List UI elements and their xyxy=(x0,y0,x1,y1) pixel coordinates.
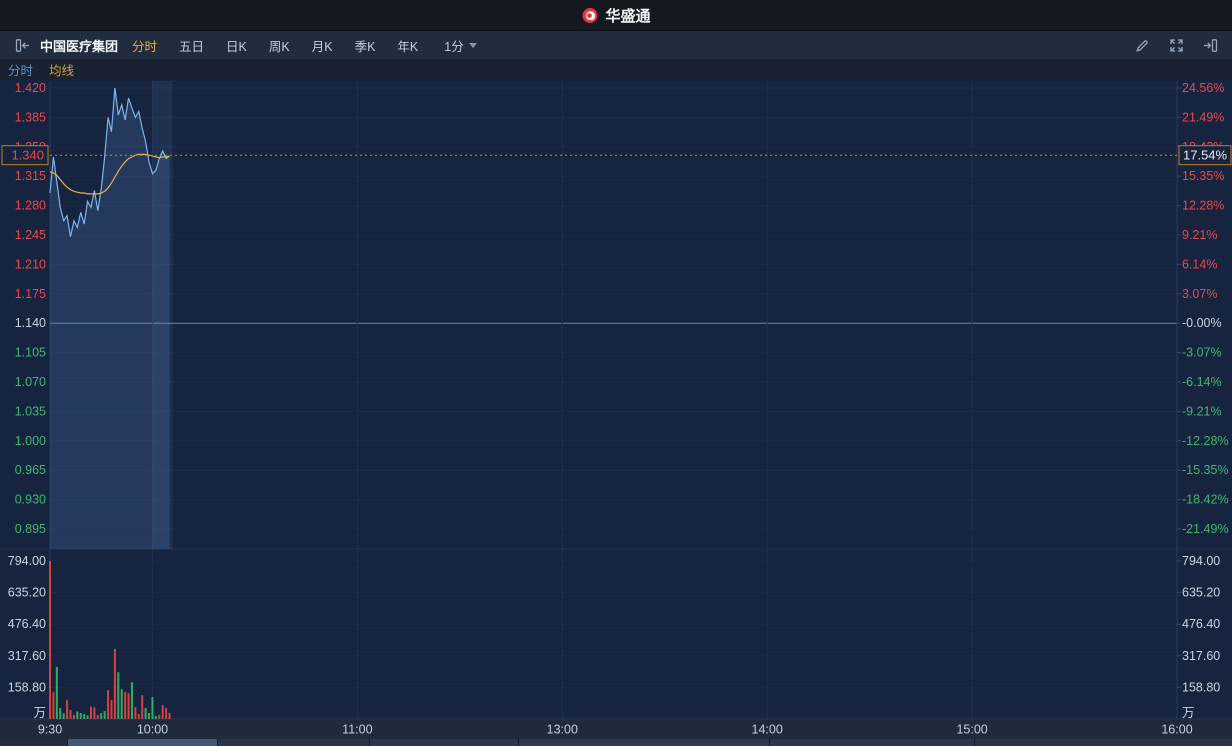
tab-分时[interactable]: 分时 xyxy=(132,36,157,55)
svg-text:794.00: 794.00 xyxy=(1182,554,1220,568)
svg-text:794.00: 794.00 xyxy=(8,554,46,568)
svg-text:-6.14%: -6.14% xyxy=(1182,375,1222,389)
scrollbar-segment[interactable] xyxy=(770,739,975,746)
svg-text:1.140: 1.140 xyxy=(15,316,46,330)
app-header: 华盛通 xyxy=(0,0,1232,30)
scrollbar-segment[interactable] xyxy=(975,739,1232,746)
svg-text:-12.28%: -12.28% xyxy=(1182,434,1229,448)
svg-text:13:00: 13:00 xyxy=(547,723,578,737)
svg-text:317.60: 317.60 xyxy=(8,649,46,663)
brand-name: 华盛通 xyxy=(605,7,651,25)
chart-area: 1.4201.3851.3501.3151.2801.2451.2101.175… xyxy=(0,79,1232,739)
tab-周K[interactable]: 周K xyxy=(269,36,290,55)
chart-canvas[interactable]: 1.4201.3851.3501.3151.2801.2451.2101.175… xyxy=(0,79,1232,739)
svg-text:6.14%: 6.14% xyxy=(1182,257,1217,271)
svg-text:1.385: 1.385 xyxy=(15,110,46,124)
brand: 华盛通 xyxy=(581,5,651,26)
dock-right-icon[interactable] xyxy=(1200,35,1220,55)
svg-text:15.35%: 15.35% xyxy=(1182,169,1224,183)
chart-legend: 分时 均线 xyxy=(0,59,1232,79)
svg-text:3.07%: 3.07% xyxy=(1182,287,1217,301)
svg-text:11:00: 11:00 xyxy=(342,723,372,737)
scrollbar-segment[interactable] xyxy=(370,739,519,746)
svg-text:-21.49%: -21.49% xyxy=(1182,522,1229,536)
svg-text:0.965: 0.965 xyxy=(15,463,46,477)
scrollbar-segment[interactable] xyxy=(218,739,370,746)
draw-icon[interactable] xyxy=(1132,35,1152,55)
svg-text:1.070: 1.070 xyxy=(15,375,46,389)
toolbar-right-icons xyxy=(1132,35,1220,55)
scrollbar-thumb[interactable] xyxy=(68,739,218,746)
svg-text:476.40: 476.40 xyxy=(8,617,46,631)
chart-toolbar: 中国医疗集团 分时 五日 日K 周K 月K 季K 年K 1分 xyxy=(0,30,1232,59)
svg-text:635.20: 635.20 xyxy=(8,586,46,600)
svg-text:-0.00%: -0.00% xyxy=(1182,316,1222,330)
svg-text:10:00: 10:00 xyxy=(137,723,168,737)
svg-text:-18.42%: -18.42% xyxy=(1182,493,1229,507)
svg-text:1.210: 1.210 xyxy=(15,257,46,271)
svg-text:1.245: 1.245 xyxy=(15,228,46,242)
svg-text:14:00: 14:00 xyxy=(752,723,783,737)
svg-text:1.280: 1.280 xyxy=(15,199,46,213)
svg-text:317.60: 317.60 xyxy=(1182,649,1220,663)
legend-minute-line[interactable]: 分时 xyxy=(8,60,33,79)
svg-text:1.315: 1.315 xyxy=(15,169,46,183)
svg-text:0.930: 0.930 xyxy=(15,493,46,507)
period-value: 1分 xyxy=(444,39,464,54)
svg-text:158.80: 158.80 xyxy=(1182,680,1220,694)
svg-text:-9.21%: -9.21% xyxy=(1182,404,1222,418)
brand-flame-icon xyxy=(582,8,598,23)
svg-text:15:00: 15:00 xyxy=(956,723,987,737)
svg-text:-15.35%: -15.35% xyxy=(1182,463,1229,477)
svg-text:12.28%: 12.28% xyxy=(1182,199,1224,213)
period-select[interactable]: 1分 xyxy=(444,36,477,55)
tab-季K[interactable]: 季K xyxy=(355,36,376,55)
time-axis-row xyxy=(0,719,1232,739)
legend-average-line[interactable]: 均线 xyxy=(49,60,74,79)
tab-日K[interactable]: 日K xyxy=(226,36,247,55)
timeline-scrollbar[interactable] xyxy=(0,739,1232,746)
svg-text:476.40: 476.40 xyxy=(1182,617,1220,631)
svg-text:24.56%: 24.56% xyxy=(1182,81,1224,95)
collapse-left-icon[interactable] xyxy=(12,35,32,55)
chart-background xyxy=(0,79,1232,719)
chart-type-tabs: 分时 五日 日K 周K 月K 季K 年K xyxy=(132,36,418,55)
svg-text:1.105: 1.105 xyxy=(15,346,46,360)
fullscreen-icon[interactable] xyxy=(1166,35,1186,55)
caret-down-icon xyxy=(468,42,477,48)
svg-text:9.21%: 9.21% xyxy=(1182,228,1217,242)
svg-text:1.420: 1.420 xyxy=(15,81,46,95)
svg-text:158.80: 158.80 xyxy=(8,680,46,694)
svg-text:-3.07%: -3.07% xyxy=(1182,346,1222,360)
svg-text:17.54%: 17.54% xyxy=(1183,148,1228,163)
huasheng-app: 华盛通 中国医疗集团 分时 五日 日K 周K 月K 季K 年K 1分 分时 均线… xyxy=(0,0,1232,746)
svg-text:9:30: 9:30 xyxy=(38,723,62,737)
current-price-tag: 1.340 xyxy=(1,145,49,166)
svg-text:1.340: 1.340 xyxy=(11,148,44,163)
tab-月K[interactable]: 月K xyxy=(312,36,333,55)
current-percent-tag: 17.54% xyxy=(1178,145,1232,166)
svg-text:21.49%: 21.49% xyxy=(1182,110,1224,124)
svg-text:万: 万 xyxy=(1182,706,1195,720)
tab-五日[interactable]: 五日 xyxy=(179,36,204,55)
stock-name: 中国医疗集团 xyxy=(40,38,119,54)
svg-text:635.20: 635.20 xyxy=(1182,586,1220,600)
scrollbar-segment[interactable] xyxy=(0,739,68,746)
svg-text:16:00: 16:00 xyxy=(1161,723,1192,737)
tab-年K[interactable]: 年K xyxy=(397,36,418,55)
svg-text:万: 万 xyxy=(33,706,46,720)
svg-text:0.895: 0.895 xyxy=(15,522,46,536)
svg-text:1.000: 1.000 xyxy=(15,434,46,448)
svg-text:1.035: 1.035 xyxy=(15,404,46,418)
scrollbar-segment[interactable] xyxy=(519,739,770,746)
svg-text:1.175: 1.175 xyxy=(15,287,46,301)
